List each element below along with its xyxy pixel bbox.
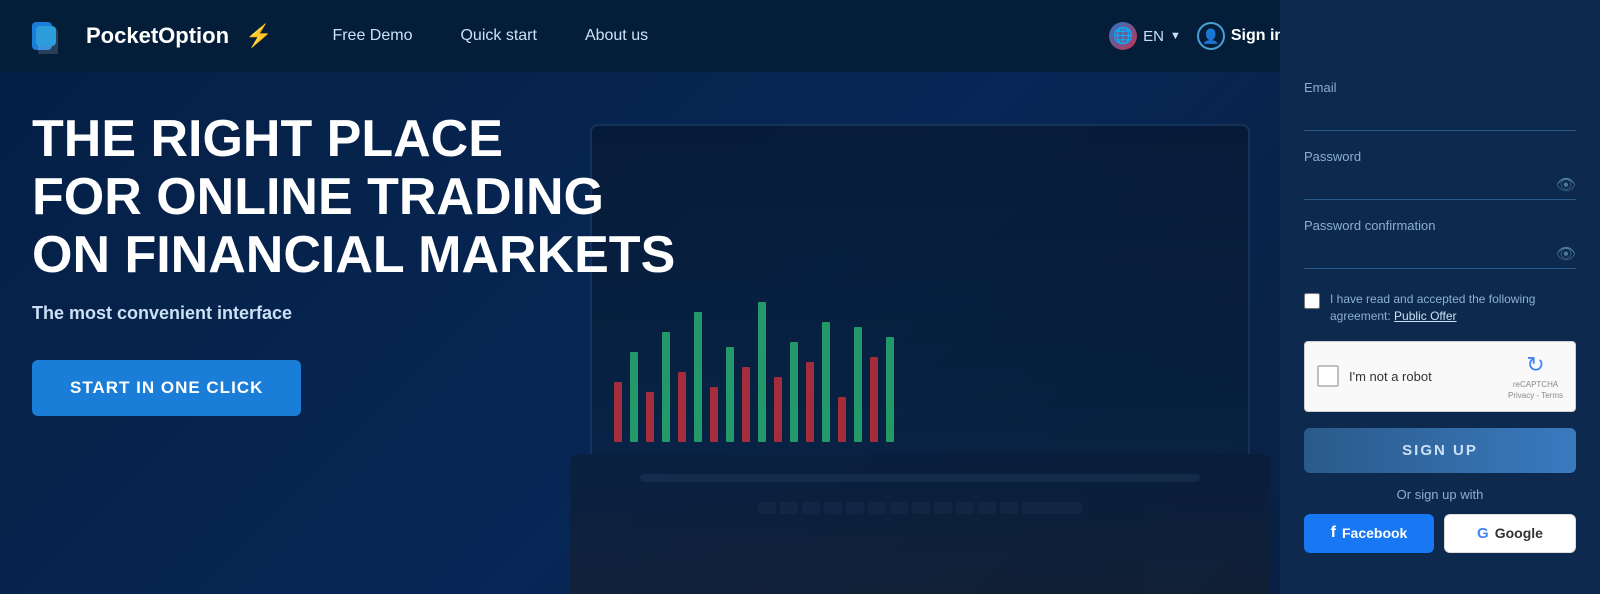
registration-panel: Email Password 👁 Password confirmation 👁… xyxy=(1280,0,1600,594)
logo-text: PocketOption xyxy=(86,23,229,49)
chart-area xyxy=(592,126,1248,462)
signup-button[interactable]: SIGN UP xyxy=(1304,428,1576,473)
chevron-down-icon: ▼ xyxy=(1170,30,1181,42)
google-icon: G xyxy=(1477,525,1489,542)
terms-text: I have read and accepted the following a… xyxy=(1330,291,1576,325)
password-eye-icon[interactable]: 👁 xyxy=(1556,175,1576,195)
nav-free-demo[interactable]: Free Demo xyxy=(332,27,412,45)
email-field-wrapper xyxy=(1304,101,1576,131)
recaptcha-text: I'm not a robot xyxy=(1349,369,1432,384)
facebook-button[interactable]: f Facebook xyxy=(1304,514,1434,553)
nav-about-us[interactable]: About us xyxy=(585,27,648,45)
laptop-screen xyxy=(590,124,1250,464)
recaptcha-logo: ↻ reCAPTCHA Privacy - Terms xyxy=(1508,352,1563,401)
password-confirm-input[interactable] xyxy=(1304,239,1576,269)
recaptcha-brand: reCAPTCHA xyxy=(1513,380,1558,390)
language-label: EN xyxy=(1143,28,1164,45)
recaptcha-checkbox[interactable] xyxy=(1317,365,1339,387)
recaptcha-left: I'm not a robot xyxy=(1317,365,1432,387)
terms-checkbox-row: I have read and accepted the following a… xyxy=(1304,291,1576,325)
hero-content: THE RIGHT PLACE FOR ONLINE TRADING ON FI… xyxy=(32,110,675,416)
password-label: Password xyxy=(1304,149,1576,164)
password-input[interactable] xyxy=(1304,170,1576,200)
language-selector[interactable]: 🌐 EN ▼ xyxy=(1109,22,1181,50)
facebook-label: Facebook xyxy=(1342,525,1407,541)
terms-checkbox[interactable] xyxy=(1304,293,1320,309)
nav-links: Free Demo Quick start About us xyxy=(332,27,1109,45)
globe-icon: 🌐 xyxy=(1109,22,1137,50)
hero-subtitle: The most convenient interface xyxy=(32,303,675,324)
password-field-wrapper: 👁 xyxy=(1304,170,1576,200)
recaptcha-terms: Privacy - Terms xyxy=(1508,391,1563,401)
password-confirm-eye-icon[interactable]: 👁 xyxy=(1556,244,1576,264)
email-label: Email xyxy=(1304,80,1576,95)
email-field-group: Email xyxy=(1304,80,1576,131)
password-field-group: Password 👁 xyxy=(1304,149,1576,200)
public-offer-link[interactable]: Public Offer xyxy=(1394,309,1456,323)
sign-in-button[interactable]: 👤 Sign in xyxy=(1197,22,1284,50)
hero-title-line1: THE RIGHT PLACE xyxy=(32,110,503,168)
user-icon: 👤 xyxy=(1197,22,1225,50)
bolt-icon: ⚡ xyxy=(245,23,272,49)
password-confirm-label: Password confirmation xyxy=(1304,218,1576,233)
hero-title-line3: ON FINANCIAL MARKETS xyxy=(32,226,675,284)
facebook-icon: f xyxy=(1331,524,1336,542)
start-button[interactable]: START IN ONE CLICK xyxy=(32,360,301,416)
social-buttons: f Facebook G Google xyxy=(1304,514,1576,553)
nav-quick-start[interactable]: Quick start xyxy=(460,27,536,45)
recaptcha-box[interactable]: I'm not a robot ↻ reCAPTCHA Privacy - Te… xyxy=(1304,341,1576,412)
password-confirm-field-group: Password confirmation 👁 xyxy=(1304,218,1576,269)
laptop-keyboard xyxy=(570,454,1270,594)
logo-icon[interactable] xyxy=(32,18,76,54)
email-input[interactable] xyxy=(1304,101,1576,131)
or-social-text: Or sign up with xyxy=(1304,487,1576,502)
hero-title: THE RIGHT PLACE FOR ONLINE TRADING ON FI… xyxy=(32,110,675,285)
hero-title-line2: FOR ONLINE TRADING xyxy=(32,168,604,226)
google-label: Google xyxy=(1495,525,1543,541)
google-button[interactable]: G Google xyxy=(1444,514,1576,553)
password-confirm-wrapper: 👁 xyxy=(1304,239,1576,269)
sign-in-label: Sign in xyxy=(1231,27,1284,45)
recaptcha-icon: ↻ xyxy=(1526,352,1544,378)
logo-area: PocketOption ⚡ xyxy=(32,18,272,54)
